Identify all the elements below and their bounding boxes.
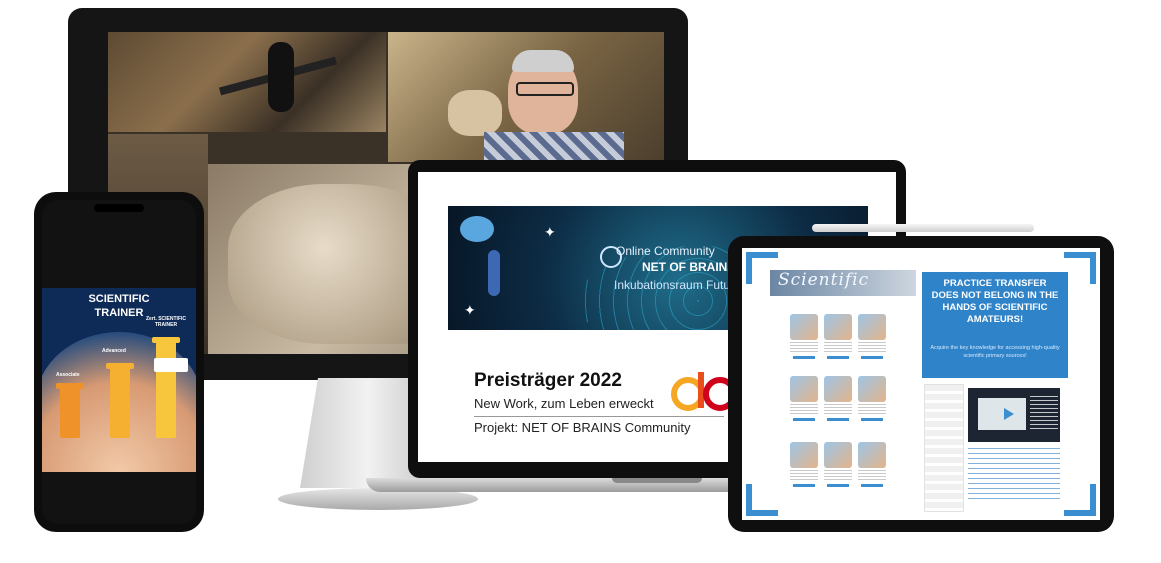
corner-bracket-icon — [1064, 484, 1096, 516]
course-description — [858, 342, 886, 352]
course-description — [824, 404, 852, 414]
pillar-associate — [56, 383, 84, 438]
video-pane-microphone — [108, 32, 386, 132]
course-description — [790, 342, 818, 352]
course-thumbnail[interactable] — [790, 442, 818, 468]
presenter-hair — [512, 50, 574, 72]
certification-badges — [154, 358, 188, 372]
stylus-pencil — [812, 224, 1034, 232]
video-caption — [1030, 396, 1058, 430]
glasses-icon — [516, 82, 574, 96]
link-list[interactable] — [968, 448, 1060, 500]
scientific-heading: Scientific — [778, 270, 870, 290]
panel-text: Acquire the key knowledge for accessing … — [930, 345, 1060, 359]
video-thumbnail — [978, 398, 1026, 430]
course-button[interactable] — [861, 356, 883, 359]
trainer-graphic: SCIENTIFIC TRAINER Associate Advanced Ze… — [42, 288, 196, 472]
play-icon[interactable] — [1004, 408, 1014, 420]
banner-line1: Online Community — [616, 244, 715, 258]
banner-line3: Inkubationsraum Future — [614, 278, 741, 292]
award-subtitle: New Work, zum Leben erweckt — [474, 396, 654, 411]
trainer-title-line1: SCIENTIFIC — [88, 293, 150, 305]
video-pane-presenter — [388, 32, 664, 162]
corner-bracket-icon — [1064, 252, 1096, 284]
course-button[interactable] — [861, 484, 883, 487]
panel-title: PRACTICE TRANSFER DOES NOT BELONG IN THE… — [931, 278, 1059, 325]
laptop-notch — [612, 478, 702, 483]
pillar-scientific-trainer — [152, 337, 180, 438]
award-title: Preisträger 2022 — [474, 370, 622, 391]
video-player[interactable] — [968, 388, 1060, 442]
tier-label-zert: Zert. SCIENTIFIC TRAINER — [146, 316, 187, 328]
course-description — [790, 404, 818, 414]
divider — [474, 416, 724, 417]
course-thumbnail[interactable] — [790, 314, 818, 340]
course-button[interactable] — [793, 418, 815, 421]
course-thumbnail[interactable] — [790, 376, 818, 402]
star-icon: ✦ — [464, 302, 476, 318]
phone-notch — [94, 204, 144, 212]
course-button[interactable] — [861, 418, 883, 421]
presenter-shirt — [484, 132, 624, 162]
course-thumbnail[interactable] — [858, 442, 886, 468]
pillar-cap — [152, 337, 180, 343]
brain-icon — [460, 216, 494, 242]
course-description — [858, 470, 886, 480]
tablet-screen: Scientific PRACTICE TRANSFER DOES NOT BE… — [742, 248, 1100, 520]
course-button[interactable] — [793, 356, 815, 359]
course-button[interactable] — [827, 418, 849, 421]
course-button[interactable] — [793, 484, 815, 487]
pillar-cap — [56, 383, 84, 389]
banner-line2: NET OF BRAINS — [642, 260, 736, 274]
sidebar-link-list[interactable] — [924, 384, 964, 512]
course-thumbnail[interactable] — [824, 314, 852, 340]
course-description — [858, 404, 886, 414]
course-thumbnail[interactable] — [858, 376, 886, 402]
brain-model-image — [448, 90, 502, 136]
pillar-cap — [106, 363, 134, 369]
phone-screen: SCIENTIFIC TRAINER Associate Advanced Ze… — [42, 200, 196, 524]
course-description — [790, 470, 818, 480]
course-thumbnail[interactable] — [824, 376, 852, 402]
tier-label-associate: Associate — [56, 372, 80, 378]
course-description — [824, 342, 852, 352]
course-button[interactable] — [827, 356, 849, 359]
course-button[interactable] — [827, 484, 849, 487]
tier-label-advanced: Advanced — [102, 348, 126, 354]
pillar-advanced — [106, 363, 134, 438]
course-thumbnail[interactable] — [858, 314, 886, 340]
course-description — [824, 470, 852, 480]
star-icon: ✦ — [544, 224, 556, 240]
microphone-icon — [268, 42, 294, 112]
course-thumbnail[interactable] — [824, 442, 852, 468]
avatar-figure — [488, 250, 500, 296]
award-project: Projekt: NET OF BRAINS Community — [474, 420, 691, 435]
corner-bracket-icon — [746, 484, 778, 516]
